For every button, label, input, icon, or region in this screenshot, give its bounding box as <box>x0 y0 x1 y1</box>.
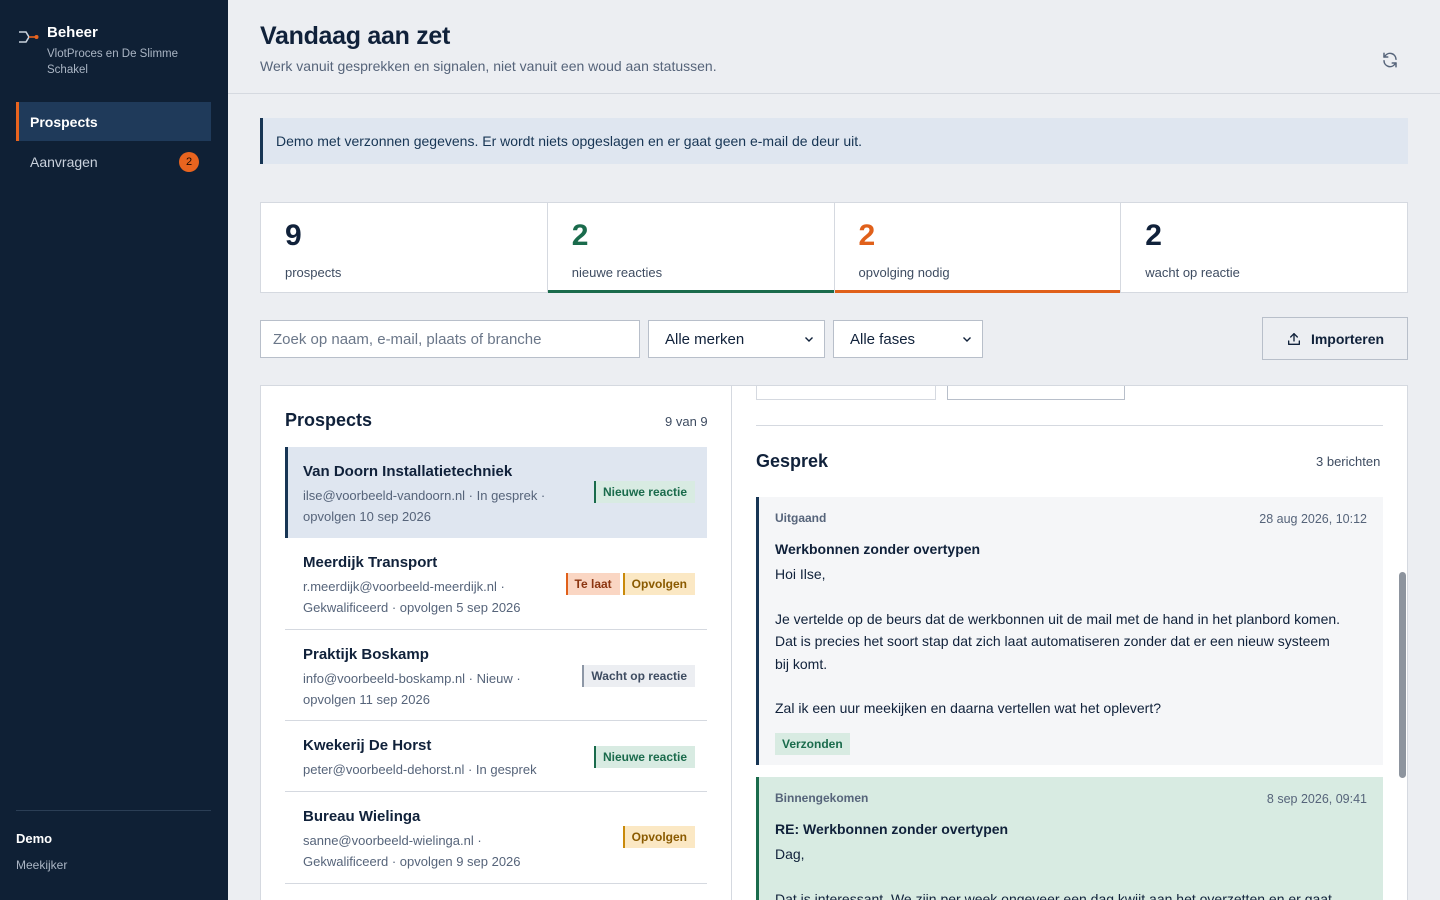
action-button[interactable] <box>947 386 1125 400</box>
prospect-meta: sanne@voorbeeld-wielinga.nl · Gekwalific… <box>303 833 521 869</box>
search-input[interactable] <box>260 320 640 358</box>
status-badge: Verzonden <box>775 732 850 755</box>
divider <box>756 425 1383 426</box>
status-badge: Wacht op reactie <box>582 665 695 687</box>
import-button-label: Importeren <box>1310 330 1385 347</box>
prospect-name: Van Doorn Installatietechniek <box>303 463 513 480</box>
message-paragraph: Je vertelde op de beurs dat de werkbonne… <box>775 610 1341 672</box>
message-outgoing: Uitgaand 28 aug 2026, 10:12 Werkbonnen z… <box>756 497 1383 765</box>
user-role: Meekijker <box>16 858 68 872</box>
prospect-name: Bureau Wielinga <box>303 808 421 825</box>
phase-select[interactable]: Alle fases <box>833 320 983 358</box>
sidebar-item-label: Prospects <box>30 113 98 130</box>
conversation-title: Gesprek <box>756 451 829 471</box>
chevron-down-icon <box>805 337 813 342</box>
brand-select-value: Alle merken <box>665 330 745 348</box>
user-panel: Demo Meekijker <box>16 810 211 872</box>
brand: Beheer VlotProces en De Slimme Schakel <box>18 24 197 78</box>
stat-value: 9 <box>285 219 302 252</box>
status-badge: Te laat <box>565 573 620 595</box>
status-badge: Opvolgen <box>622 826 695 848</box>
message-count: 3 berichten <box>1316 454 1381 469</box>
refresh-icon <box>1383 52 1397 68</box>
list-item[interactable]: Bureau Wielinga sanne@voorbeeld-wielinga… <box>285 792 707 884</box>
message-paragraph: Dat is interessant. We zijn per week ong… <box>775 890 1332 900</box>
page-header: Vandaag aan zet Werk vanuit gesprekken e… <box>228 0 1440 94</box>
message-incoming: Binnengekomen 8 sep 2026, 09:41 RE: Werk… <box>756 777 1383 900</box>
scrollbar[interactable] <box>1399 572 1406 778</box>
stat-value: 2 <box>1145 219 1162 252</box>
import-button[interactable]: Importeren <box>1262 317 1408 360</box>
sidebar-item-prospects[interactable]: Prospects <box>16 102 211 141</box>
prospect-meta: info@voorbeeld-boskamp.nl · Nieuw · opvo… <box>303 671 521 707</box>
status-badge: Nieuwe reactie <box>593 746 695 768</box>
prospect-name: Praktijk Boskamp <box>303 646 429 663</box>
upload-icon <box>1287 332 1300 345</box>
prospect-list-count: 9 van 9 <box>665 414 708 429</box>
sidebar: Beheer VlotProces en De Slimme Schakel P… <box>0 0 228 900</box>
sidebar-item-aanvragen[interactable]: Aanvragen 2 <box>16 142 211 181</box>
brand-subtitle: VlotProces en De Slimme Schakel <box>47 48 179 76</box>
brand-select[interactable]: Alle merken <box>648 320 825 358</box>
prospect-meta: ilse@voorbeeld-vandoorn.nl · In gesprek … <box>303 488 546 524</box>
stat-label: nieuwe reacties <box>571 265 663 280</box>
status-badge: Nieuwe reactie <box>593 481 695 503</box>
stat-value: 2 <box>858 219 876 252</box>
stat-prospects[interactable]: 9 prospects <box>261 203 548 292</box>
stat-new-replies[interactable]: 2 nieuwe reacties <box>547 203 835 293</box>
chevron-down-icon <box>963 337 971 342</box>
refresh-button[interactable] <box>1378 48 1402 72</box>
message-paragraph: Dag, <box>775 846 805 862</box>
message-date: 8 sep 2026, 09:41 <box>1266 792 1367 806</box>
prospect-list-title: Prospects <box>285 410 373 430</box>
message-paragraph: Zal ik een uur meekijken en daarna verte… <box>775 700 1161 716</box>
status-badge: Opvolgen <box>622 573 695 595</box>
stat-waiting[interactable]: 2 wacht op reactie <box>1121 203 1407 292</box>
conversation-panel: Gesprek 3 berichten Uitgaand 28 aug 2026… <box>732 386 1407 900</box>
message-subject: Werkbonnen zonder overtypen <box>775 541 981 557</box>
main-panel: Prospects 9 van 9 Van Doorn Installatiet… <box>260 385 1408 900</box>
prospect-meta: peter@voorbeeld-dehorst.nl · In gesprek <box>303 762 537 777</box>
message-body: Dag, Dat is interessant. We zijn per wee… <box>775 843 1375 900</box>
list-item[interactable]: Kwekerij De Horst peter@voorbeeld-dehors… <box>285 721 707 792</box>
stat-label: prospects <box>285 265 342 280</box>
prospect-meta: r.meerdijk@voorbeeld-meerdijk.nl · Gekwa… <box>303 579 521 615</box>
brand-title: Beheer <box>47 24 98 41</box>
prospect-list: Prospects 9 van 9 Van Doorn Installatiet… <box>261 386 732 900</box>
demo-banner: Demo met verzonnen gegevens. Er wordt ni… <box>260 118 1408 164</box>
stat-label: wacht op reactie <box>1145 265 1240 280</box>
stats-bar: 9 prospects 2 nieuwe reacties 2 opvolgin… <box>260 202 1408 293</box>
aanvragen-count-badge: 2 <box>179 151 199 172</box>
stat-follow-up[interactable]: 2 opvolging nodig <box>834 203 1122 293</box>
phase-select-value: Alle fases <box>850 330 916 348</box>
prospect-name: Meerdijk Transport <box>303 554 438 571</box>
action-button[interactable] <box>756 386 936 400</box>
user-name: Demo <box>16 831 53 846</box>
list-item[interactable]: Van Doorn Installatietechniek ilse@voorb… <box>285 447 707 538</box>
list-item[interactable]: Praktijk Boskamp info@voorbeeld-boskamp.… <box>285 630 707 721</box>
message-paragraph: Hoi Ilse, <box>775 566 826 582</box>
brand-logo-icon <box>19 31 39 43</box>
stat-value: 2 <box>571 219 589 252</box>
stat-label: opvolging nodig <box>858 265 950 280</box>
page-title: Vandaag aan zet <box>260 22 451 50</box>
message-subject: RE: Werkbonnen zonder overtypen <box>775 821 1009 837</box>
message-date: 28 aug 2026, 10:12 <box>1259 512 1367 526</box>
page-subtitle: Werk vanuit gesprekken en signalen, niet… <box>260 58 717 74</box>
list-item[interactable]: Meerdijk Transport r.meerdijk@voorbeeld-… <box>285 538 707 630</box>
message-body: Hoi Ilse, Je vertelde op de beurs dat de… <box>775 563 1345 720</box>
sidebar-item-label: Aanvragen <box>30 153 98 170</box>
sidebar-nav: Prospects Aanvragen 2 <box>16 102 211 182</box>
